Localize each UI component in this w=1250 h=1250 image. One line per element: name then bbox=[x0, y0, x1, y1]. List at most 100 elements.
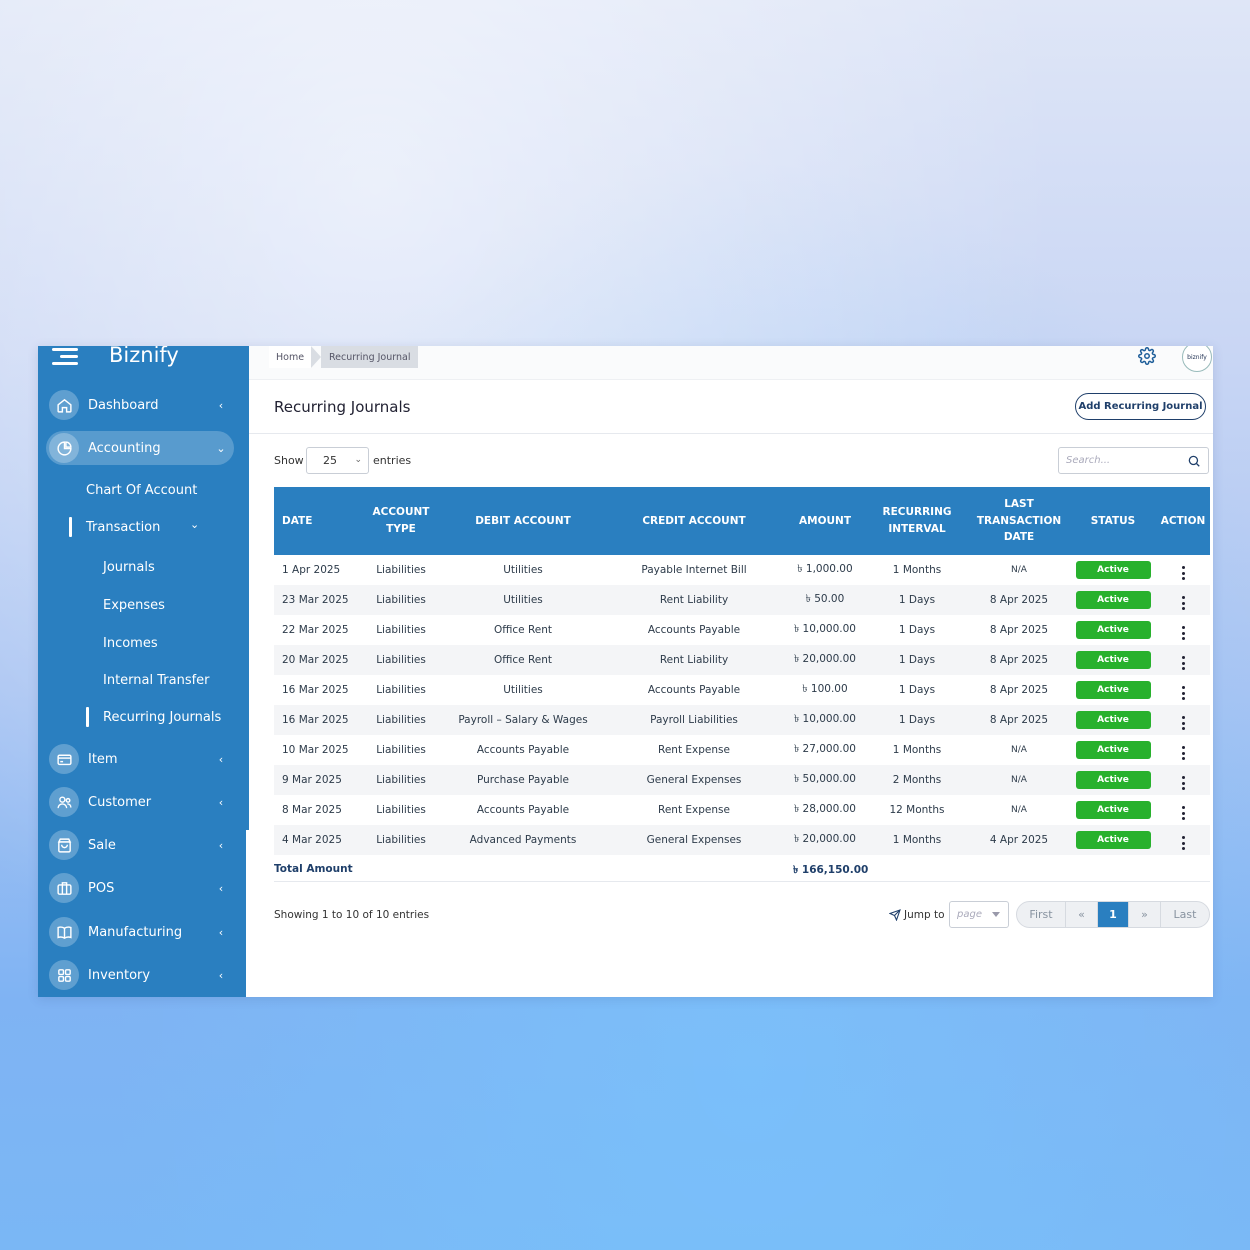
cell-credit-account: Rent Expense bbox=[658, 804, 730, 816]
kebab-menu-icon[interactable] bbox=[1181, 566, 1185, 580]
cell-amount: ৳ 10,000.00 bbox=[793, 622, 856, 635]
kebab-menu-icon[interactable] bbox=[1181, 626, 1185, 640]
cell-recurring-interval: 1 Months bbox=[892, 744, 942, 756]
sidebar-sub-transaction[interactable]: Transaction bbox=[86, 520, 160, 535]
cell-last-transaction-date: 4 Apr 2025 bbox=[968, 825, 1070, 855]
cell-date: 4 Mar 2025 bbox=[274, 825, 360, 855]
main-content: Home Recurring Journal biznify Recurring… bbox=[249, 346, 1213, 997]
sidebar-sub-incomes[interactable]: Incomes bbox=[103, 636, 158, 651]
kebab-menu-icon[interactable] bbox=[1181, 596, 1185, 610]
search-icon[interactable] bbox=[1187, 454, 1201, 468]
status-badge[interactable]: Active bbox=[1075, 681, 1151, 699]
brand-logo: Biznify bbox=[109, 346, 179, 367]
status-badge[interactable]: Active bbox=[1075, 561, 1151, 579]
sidebar-item-item[interactable]: Item ‹ bbox=[46, 742, 234, 776]
table-row: 22 Mar 2025 Liabilities Office Rent Account… bbox=[274, 615, 1210, 645]
total-value: ৳ 166,150.00 bbox=[793, 864, 869, 876]
table-row: 1 Apr 2025 Liabilities Utilities Payable In… bbox=[274, 555, 1210, 585]
add-recurring-journal-button[interactable]: Add Recurring Journal bbox=[1075, 393, 1206, 420]
cell-action bbox=[1156, 615, 1210, 645]
col-header-debit-account[interactable]: DEBIT ACCOUNT bbox=[442, 487, 604, 555]
cell-credit-account: Payable Internet Bill bbox=[641, 564, 747, 576]
col-header-amount[interactable]: AMOUNT bbox=[784, 487, 866, 555]
home-icon bbox=[49, 390, 79, 420]
status-badge[interactable]: Active bbox=[1075, 771, 1151, 789]
status-badge[interactable]: Active bbox=[1075, 741, 1151, 759]
cell-action bbox=[1156, 795, 1210, 825]
sidebar-item-customer[interactable]: Customer ‹ bbox=[46, 785, 234, 819]
shopping-bag-icon bbox=[49, 830, 79, 860]
kebab-menu-icon[interactable] bbox=[1181, 806, 1185, 820]
sidebar-sub-expenses[interactable]: Expenses bbox=[103, 598, 165, 613]
kebab-menu-icon[interactable] bbox=[1181, 686, 1185, 700]
cell-status: Active bbox=[1070, 705, 1156, 735]
kebab-menu-icon[interactable] bbox=[1181, 746, 1185, 760]
hamburger-menu-icon[interactable] bbox=[52, 348, 78, 366]
page-number-button[interactable]: 1 bbox=[1098, 902, 1129, 927]
prev-page-button[interactable]: « bbox=[1066, 902, 1098, 927]
chevron-left-icon: ‹ bbox=[218, 752, 224, 766]
divider bbox=[249, 433, 1213, 434]
search-input[interactable]: Search... bbox=[1058, 447, 1209, 474]
first-page-button[interactable]: First bbox=[1017, 902, 1066, 927]
chevron-left-icon: ‹ bbox=[218, 925, 224, 939]
cell-date: 23 Mar 2025 bbox=[274, 585, 360, 615]
topbar: Home Recurring Journal biznify bbox=[249, 346, 1213, 380]
sidebar-item-inventory[interactable]: Inventory ‹ bbox=[46, 958, 234, 992]
table-row: 20 Mar 2025 Liabilities Office Rent Rent Li… bbox=[274, 645, 1210, 675]
kebab-menu-icon[interactable] bbox=[1181, 716, 1185, 730]
sidebar-item-dashboard[interactable]: Dashboard ‹ bbox=[46, 388, 234, 422]
book-icon bbox=[49, 917, 79, 947]
breadcrumb-separator bbox=[311, 346, 321, 368]
page-input[interactable]: page bbox=[949, 901, 1009, 928]
cell-recurring-interval: 1 Days bbox=[866, 645, 968, 675]
cell-date: 22 Mar 2025 bbox=[282, 624, 349, 636]
table-header-row: DATE ACCOUNT TYPE DEBIT ACCOUNT CREDIT A… bbox=[274, 487, 1210, 555]
cell-last-transaction-date: 8 Apr 2025 bbox=[968, 585, 1070, 615]
kebab-menu-icon[interactable] bbox=[1181, 656, 1185, 670]
kebab-menu-icon[interactable] bbox=[1181, 836, 1185, 850]
chevron-down-icon: ⌄ bbox=[216, 441, 226, 455]
cell-status: Active bbox=[1070, 825, 1156, 855]
status-badge[interactable]: Active bbox=[1075, 621, 1151, 639]
cell-last-transaction-date: N/A bbox=[1011, 745, 1027, 755]
sidebar-item-sale[interactable]: Sale ‹ bbox=[46, 828, 234, 862]
cell-debit-account: Utilities bbox=[503, 564, 543, 576]
sidebar-item-manufacturing[interactable]: Manufacturing ‹ bbox=[46, 915, 234, 949]
gear-icon[interactable] bbox=[1138, 347, 1156, 365]
avatar[interactable]: biznify bbox=[1182, 346, 1212, 372]
entries-select[interactable]: 25 ⌄ bbox=[306, 447, 369, 474]
sidebar-item-pos[interactable]: POS ‹ bbox=[46, 871, 234, 905]
cell-credit-account: Payroll Liabilities bbox=[604, 705, 784, 735]
kebab-menu-icon[interactable] bbox=[1181, 776, 1185, 790]
col-header-last-transaction-date[interactable]: LAST TRANSACTION DATE bbox=[968, 487, 1070, 555]
status-badge[interactable]: Active bbox=[1075, 651, 1151, 669]
status-badge[interactable]: Active bbox=[1075, 711, 1151, 729]
sidebar-item-accounting[interactable]: Accounting ⌄ bbox=[46, 431, 234, 465]
status-badge[interactable]: Active bbox=[1075, 591, 1151, 609]
sidebar-sub-recurring-journals[interactable]: Recurring Journals bbox=[103, 710, 221, 725]
sidebar-sub-journals[interactable]: Journals bbox=[103, 560, 155, 575]
col-header-account-type[interactable]: ACCOUNT TYPE bbox=[360, 487, 442, 555]
cell-action bbox=[1156, 705, 1210, 735]
col-header-status[interactable]: STATUS bbox=[1070, 487, 1156, 555]
col-header-recurring-interval[interactable]: RECURRING INTERVAL bbox=[866, 487, 968, 555]
table-row: 16 Mar 2025 Liabilities Payroll – Salary &… bbox=[274, 705, 1210, 735]
status-badge[interactable]: Active bbox=[1075, 831, 1151, 849]
next-page-button[interactable]: » bbox=[1129, 902, 1161, 927]
sidebar-sub-chart-of-account[interactable]: Chart Of Account bbox=[86, 483, 197, 498]
cell-credit-account: Accounts Payable bbox=[647, 684, 741, 696]
entries-label: entries bbox=[373, 454, 412, 467]
last-page-button[interactable]: Last bbox=[1161, 902, 1209, 927]
card-icon bbox=[49, 744, 79, 774]
breadcrumb-home[interactable]: Home bbox=[269, 346, 313, 368]
col-header-credit-account[interactable]: CREDIT ACCOUNT bbox=[604, 487, 784, 555]
chevron-left-icon: ‹ bbox=[218, 881, 224, 895]
table-row: 23 Mar 2025 Liabilities Utilities Rent Liab… bbox=[274, 585, 1210, 615]
cell-recurring-interval: 1 Days bbox=[866, 585, 968, 615]
total-row: Total Amount ৳ 166,150.00 bbox=[274, 856, 1210, 882]
status-badge[interactable]: Active bbox=[1075, 801, 1151, 819]
cell-recurring-interval: 1 Days bbox=[898, 684, 936, 696]
sidebar-sub-internal-transfer[interactable]: Internal Transfer bbox=[103, 673, 210, 688]
col-header-date[interactable]: DATE bbox=[274, 487, 360, 555]
